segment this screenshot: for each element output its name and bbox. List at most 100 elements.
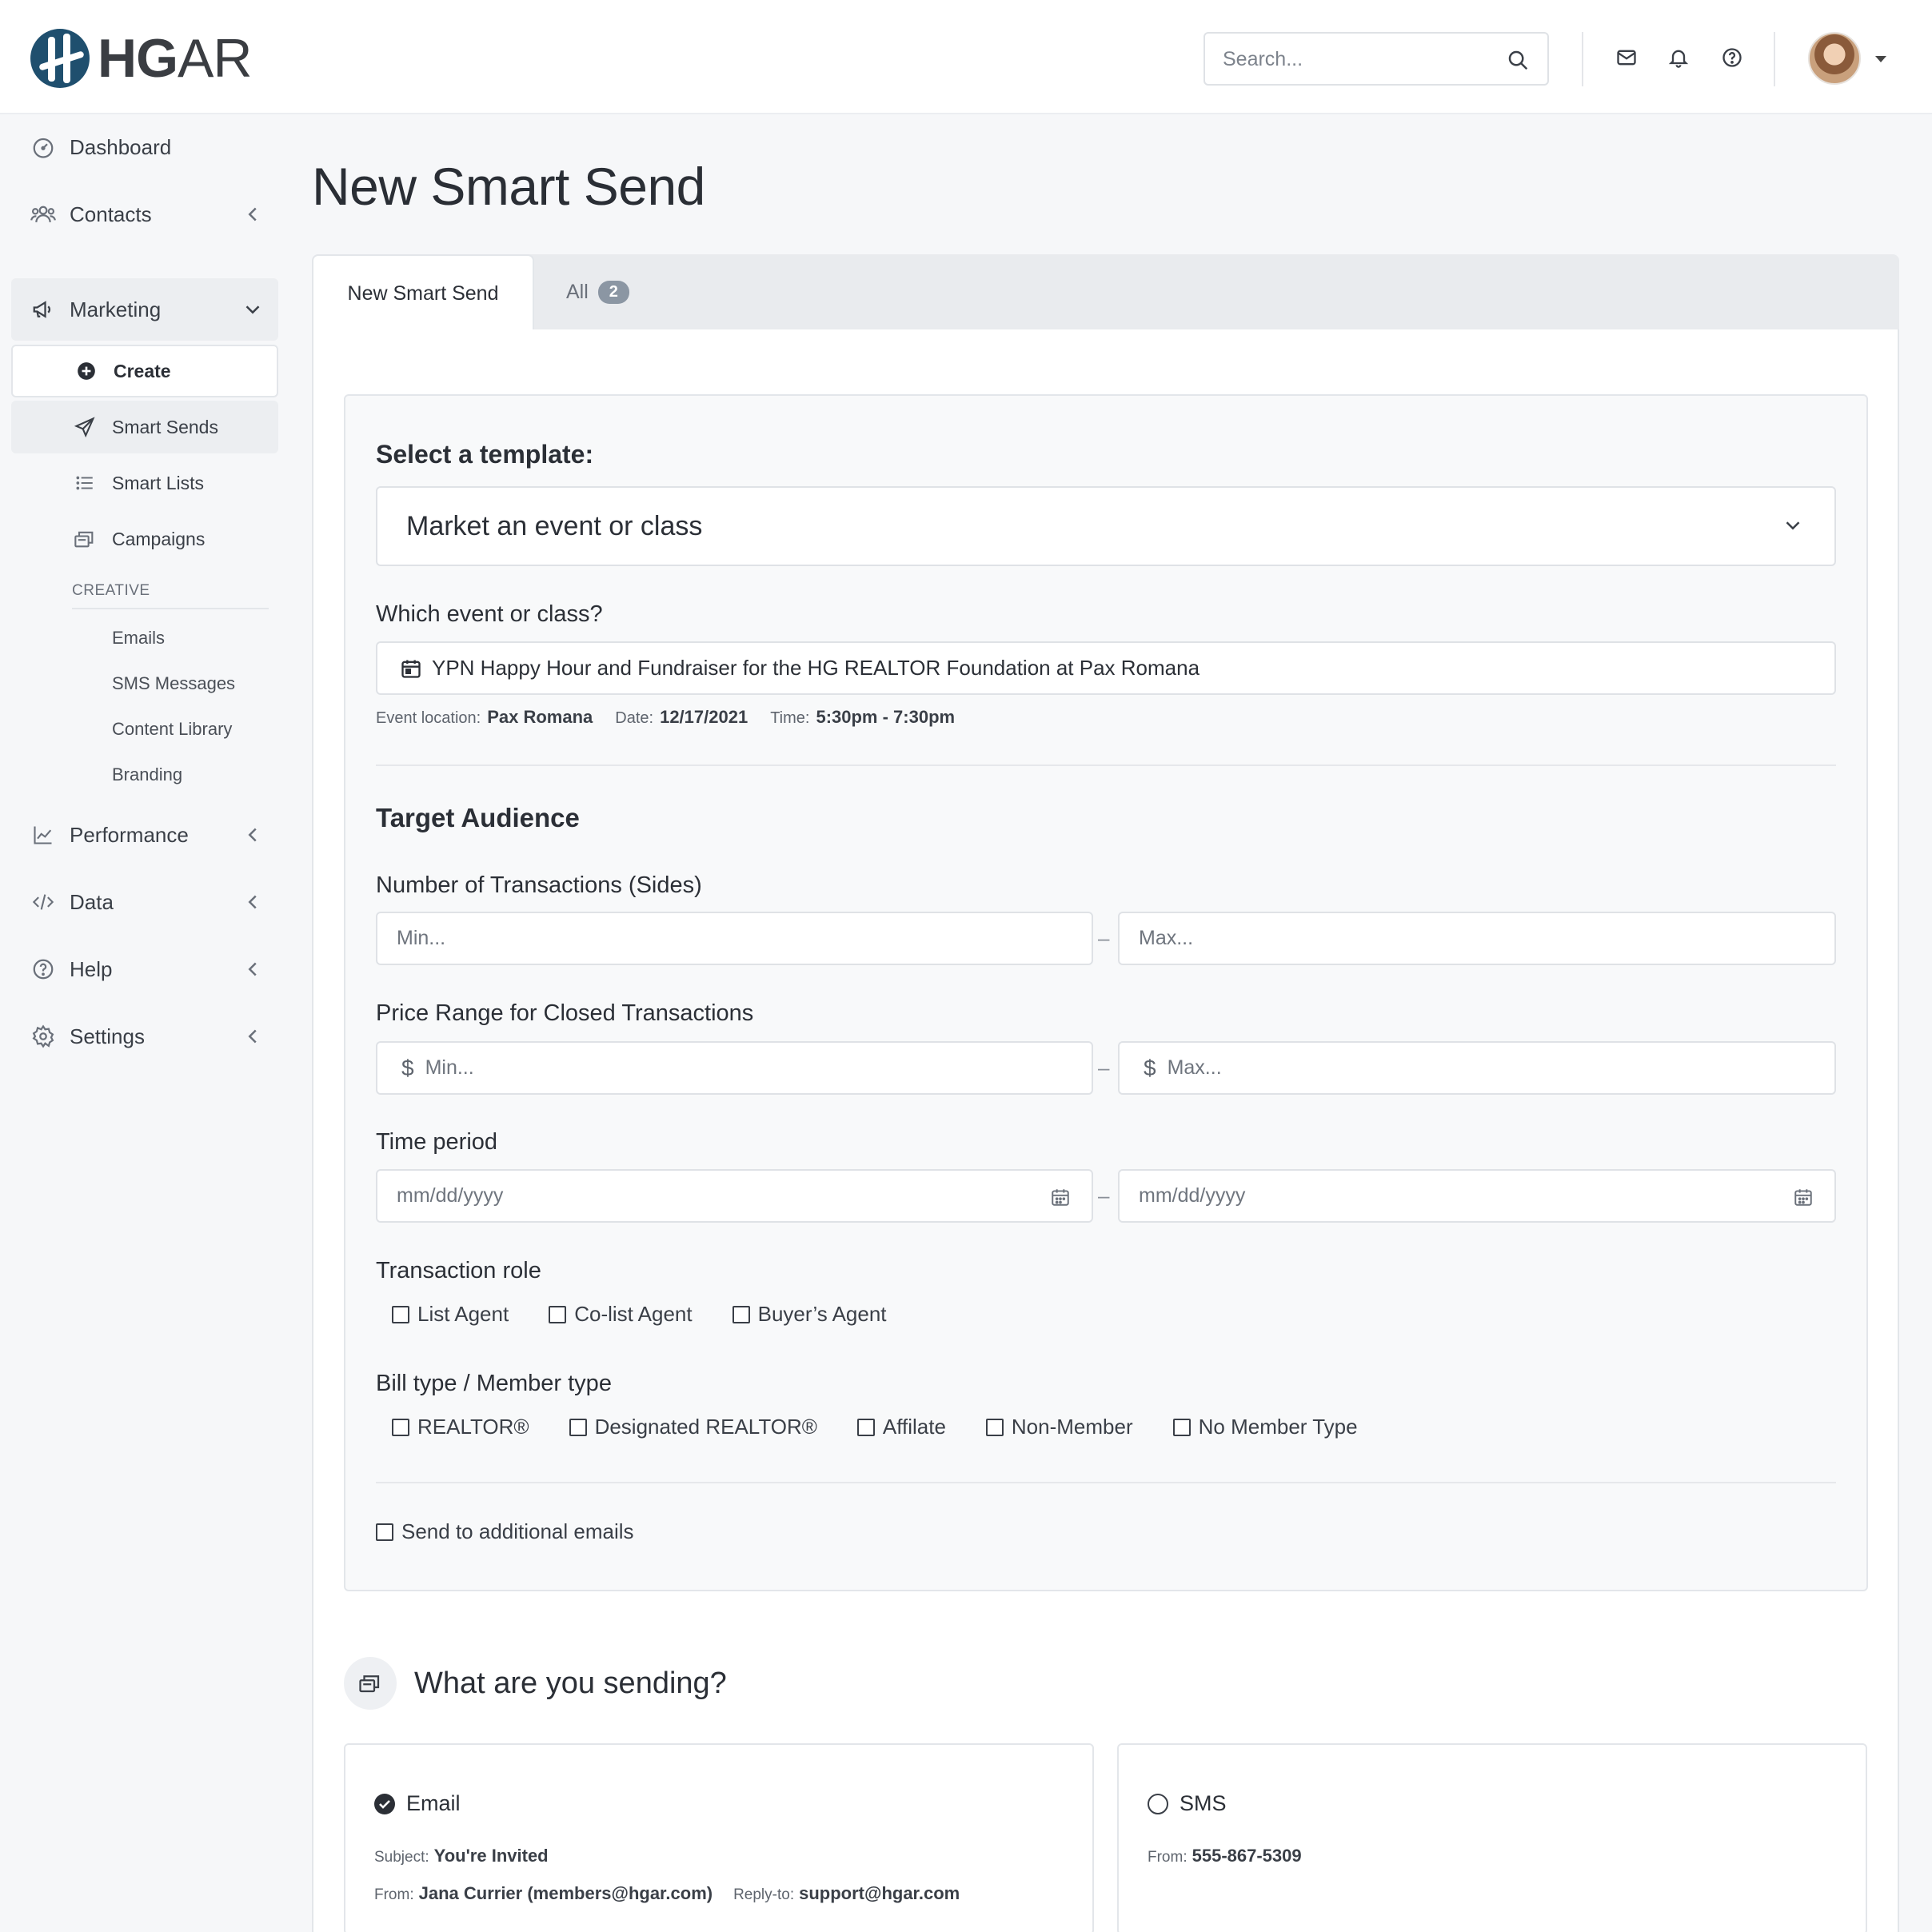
calendar-icon[interactable] — [1793, 1187, 1814, 1211]
checkbox-buyers-agent[interactable]: Buyer’s Agent — [732, 1302, 887, 1327]
date-to-input[interactable] — [1118, 1169, 1836, 1223]
checkbox-label: Non-Member — [1011, 1415, 1133, 1439]
sidebar-item-data[interactable]: Data — [11, 871, 278, 933]
date-from-field[interactable] — [397, 1184, 1004, 1208]
tab-all[interactable]: All 2 — [566, 254, 629, 329]
email-radio[interactable]: Email — [374, 1791, 461, 1816]
dollar-icon: $ — [1144, 1055, 1156, 1080]
template-label: Select a template: — [376, 440, 594, 469]
checkbox-label: Co-list Agent — [574, 1302, 693, 1326]
chevron-left-icon — [245, 961, 261, 977]
checkbox-label: REALTOR® — [417, 1415, 529, 1439]
sidebar-item-emails[interactable]: Emails — [112, 628, 165, 649]
price-min-input[interactable]: $ — [376, 1041, 1093, 1095]
checkbox-designated-realtor[interactable]: Designated REALTOR® — [569, 1415, 817, 1439]
transactions-min-field[interactable] — [397, 927, 1092, 950]
campaigns-icon — [344, 1657, 397, 1710]
tab-new-smart-send[interactable]: New Smart Send — [312, 254, 534, 331]
chevron-down-icon — [245, 301, 261, 317]
avatar[interactable] — [1808, 32, 1861, 85]
checkbox-realtor[interactable]: REALTOR® — [392, 1415, 529, 1439]
sidebar-item-label: Performance — [70, 822, 189, 847]
audience-card — [344, 394, 1868, 1591]
from-label: From: — [1148, 1849, 1188, 1866]
sms-option-label: SMS — [1180, 1791, 1227, 1815]
event-location-label: Event location: — [376, 709, 481, 727]
range-separator: – — [1098, 926, 1110, 950]
hgar-logo[interactable]: HGAR — [30, 27, 252, 90]
sidebar-item-settings[interactable]: Settings — [11, 1005, 278, 1068]
email-option-card[interactable]: Email Subject: You're Invited From: Jana C… — [344, 1743, 1094, 1932]
price-min-field[interactable] — [425, 1056, 1092, 1080]
users-icon — [29, 200, 58, 229]
calendar-icon[interactable] — [1050, 1187, 1071, 1211]
divider — [376, 1482, 1836, 1483]
sidebar-item-sms-messages[interactable]: SMS Messages — [112, 673, 235, 694]
transactions-max-input[interactable] — [1118, 912, 1836, 965]
bell-icon[interactable] — [1666, 45, 1691, 70]
event-select-value: YPN Happy Hour and Fundraiser for the HG… — [432, 656, 1200, 680]
sidebar-item-smart-sends[interactable]: Smart Sends — [11, 401, 278, 453]
sms-option-card[interactable]: SMS From: 555-867-5309 — [1117, 1743, 1867, 1932]
sidebar-item-contacts[interactable]: Contacts — [11, 183, 278, 245]
time-period-label: Time period — [376, 1129, 498, 1155]
checkbox-send-additional-emails[interactable]: Send to additional emails — [376, 1519, 634, 1544]
sidebar-item-dashboard[interactable]: Dashboard — [11, 116, 278, 178]
sending-title: What are you sending? — [414, 1666, 727, 1700]
search-input[interactable] — [1223, 45, 1487, 74]
range-separator: – — [1098, 1056, 1110, 1080]
paper-plane-icon — [72, 414, 98, 440]
checkbox-co-list-agent[interactable]: Co-list Agent — [549, 1302, 693, 1327]
from-value: Jana Currier (members@hgar.com) — [418, 1883, 713, 1903]
transactions-min-input[interactable] — [376, 912, 1093, 965]
gear-icon — [29, 1022, 58, 1051]
creative-section-header: CREATIVE — [72, 582, 269, 609]
sidebar-item-branding[interactable]: Branding — [112, 764, 182, 785]
sidebar-item-label: Contacts — [70, 202, 152, 226]
sidebar-item-label: Dashboard — [70, 134, 172, 159]
subject-value: You're Invited — [433, 1846, 549, 1866]
additional-emails-row: Send to additional emails — [376, 1519, 674, 1544]
template-select[interactable]: Market an event or class — [376, 486, 1836, 566]
checkbox-affiliate[interactable]: Affilate — [856, 1415, 946, 1439]
code-icon — [29, 888, 58, 916]
transaction-role-label: Transaction role — [376, 1258, 541, 1283]
checkbox-no-member-type[interactable]: No Member Type — [1172, 1415, 1358, 1439]
transaction-role-options: List Agent Co-list Agent Buyer’s Agent — [392, 1302, 927, 1327]
chevron-down-icon[interactable] — [1875, 56, 1886, 62]
transactions-max-field[interactable] — [1139, 927, 1834, 950]
price-max-field[interactable] — [1167, 1056, 1834, 1080]
sidebar-item-content-library[interactable]: Content Library — [112, 719, 232, 740]
sms-radio[interactable]: SMS — [1148, 1791, 1227, 1816]
sidebar-item-performance[interactable]: Performance — [11, 804, 278, 866]
price-range-label: Price Range for Closed Transactions — [376, 1000, 754, 1026]
price-max-input[interactable]: $ — [1118, 1041, 1836, 1095]
date-to-field[interactable] — [1139, 1184, 1746, 1208]
divider — [376, 764, 1836, 766]
event-label: Which event or class? — [376, 601, 603, 627]
sidebar-item-campaigns[interactable]: Campaigns — [11, 513, 278, 565]
sidebar-item-help[interactable]: Help — [11, 938, 278, 1000]
dollar-icon: $ — [401, 1055, 414, 1080]
check-circle-icon — [374, 1793, 395, 1814]
transactions-label: Number of Transactions (Sides) — [376, 872, 702, 898]
checkbox-non-member[interactable]: Non-Member — [985, 1415, 1133, 1439]
email-option-label: Email — [406, 1791, 461, 1815]
sidebar-item-marketing[interactable]: Marketing — [11, 278, 278, 341]
checkbox-list-agent[interactable]: List Agent — [392, 1302, 509, 1327]
search-box — [1204, 32, 1549, 86]
sidebar-item-smart-lists[interactable]: Smart Lists — [11, 457, 278, 509]
sms-from: From: 555-867-5309 — [1148, 1846, 1323, 1866]
search-icon[interactable] — [1506, 48, 1530, 76]
mail-icon[interactable] — [1614, 45, 1639, 70]
help-icon[interactable] — [1719, 45, 1745, 70]
event-date-label: Date: — [615, 709, 654, 727]
event-select[interactable]: YPN Happy Hour and Fundraiser for the HG… — [376, 641, 1836, 695]
from-value: 555-867-5309 — [1192, 1846, 1302, 1866]
chevron-left-icon — [245, 894, 261, 910]
sidebar-item-create[interactable]: Create — [11, 345, 278, 397]
reply-to-value: support@hgar.com — [799, 1883, 960, 1903]
date-from-input[interactable] — [376, 1169, 1093, 1223]
sending-section-header: What are you sending? — [344, 1657, 727, 1710]
count-badge: 2 — [597, 280, 629, 304]
